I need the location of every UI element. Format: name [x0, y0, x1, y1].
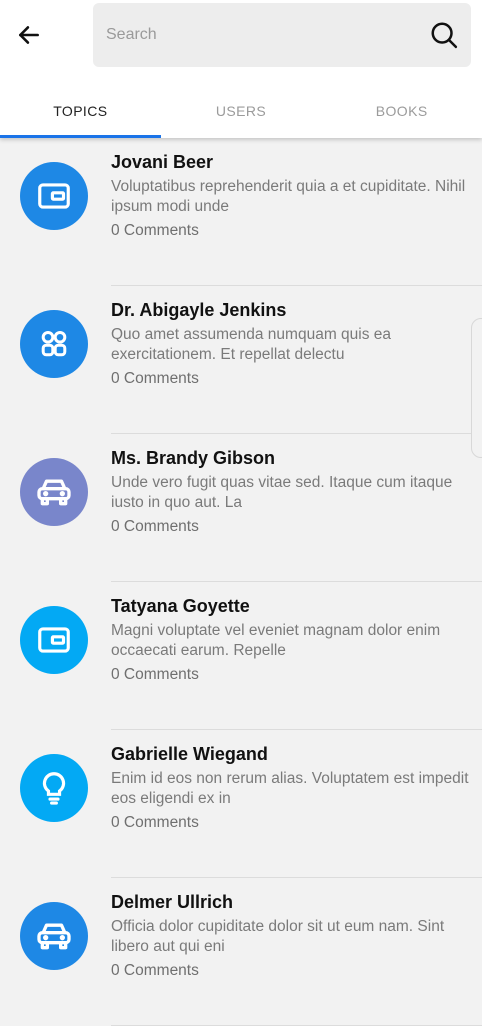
car-icon [20, 902, 88, 970]
topic-comment-count: 0 Comments [111, 814, 199, 831]
topic-description: Magni voluptate vel eveniet magnam dolor… [111, 622, 441, 659]
topic-description: Officia dolor cupiditate dolor sit ut eu… [111, 918, 445, 955]
tab-topics[interactable]: TOPICS [0, 84, 161, 138]
topic-description: Quo amet assumenda numquam quis ea exerc… [111, 326, 392, 363]
topic-author-name: Delmer Ullrich [111, 892, 234, 912]
apps-icon [20, 310, 88, 378]
topic-author-name: Tatyana Goyette [111, 596, 250, 616]
topic-author-name: Jovani Beer [111, 152, 214, 172]
topic-author-name: Ms. Brandy Gibson [111, 448, 276, 468]
topic-list: Jovani Beer Voluptatibus reprehenderit qu… [0, 138, 482, 1026]
tab-bar: TOPICS USERS BOOKS [0, 84, 482, 138]
tab-users[interactable]: USERS [161, 84, 322, 138]
topic-list-item[interactable]: Dr. Abigayle Jenkins Quo amet assumenda n… [0, 286, 482, 434]
topic-list-item[interactable]: Tatyana Goyette Magni voluptate vel eveni… [0, 582, 482, 730]
search-input[interactable] [106, 3, 416, 67]
topic-comment-count: 0 Comments [111, 370, 199, 387]
app-bar: TOPICS USERS BOOKS [0, 0, 482, 138]
topic-list-item[interactable]: Jovani Beer Voluptatibus reprehenderit qu… [0, 138, 482, 286]
topic-comment-count: 0 Comments [111, 222, 199, 239]
topic-author-name: Dr. Abigayle Jenkins [111, 300, 287, 320]
back-arrow-icon[interactable] [12, 18, 46, 52]
search-bar [93, 3, 471, 67]
topic-comment-count: 0 Comments [111, 666, 199, 683]
topic-comment-count: 0 Comments [111, 962, 199, 979]
topic-description: Voluptatibus reprehenderit quia a et cup… [111, 178, 466, 215]
topic-list-item[interactable]: Ms. Brandy Gibson Unde vero fugit quas vi… [0, 434, 482, 582]
car-icon [20, 458, 88, 526]
topic-description: Unde vero fugit quas vitae sed. Itaque c… [111, 474, 453, 511]
lightbulb-icon [20, 754, 88, 822]
topic-list-item[interactable]: Delmer Ullrich Officia dolor cupiditate d… [0, 878, 482, 1026]
topic-author-name: Gabrielle Wiegand [111, 744, 268, 764]
topic-comment-count: 0 Comments [111, 518, 199, 535]
tab-books[interactable]: BOOKS [321, 84, 482, 138]
topic-description: Enim id eos non rerum alias. Voluptatem … [111, 770, 469, 807]
wallet-icon [20, 162, 88, 230]
side-drawer-handle[interactable] [471, 318, 482, 458]
topic-list-item[interactable]: Gabrielle Wiegand Enim id eos non rerum a… [0, 730, 482, 878]
wallet-icon [20, 606, 88, 674]
search-icon[interactable] [427, 18, 461, 52]
